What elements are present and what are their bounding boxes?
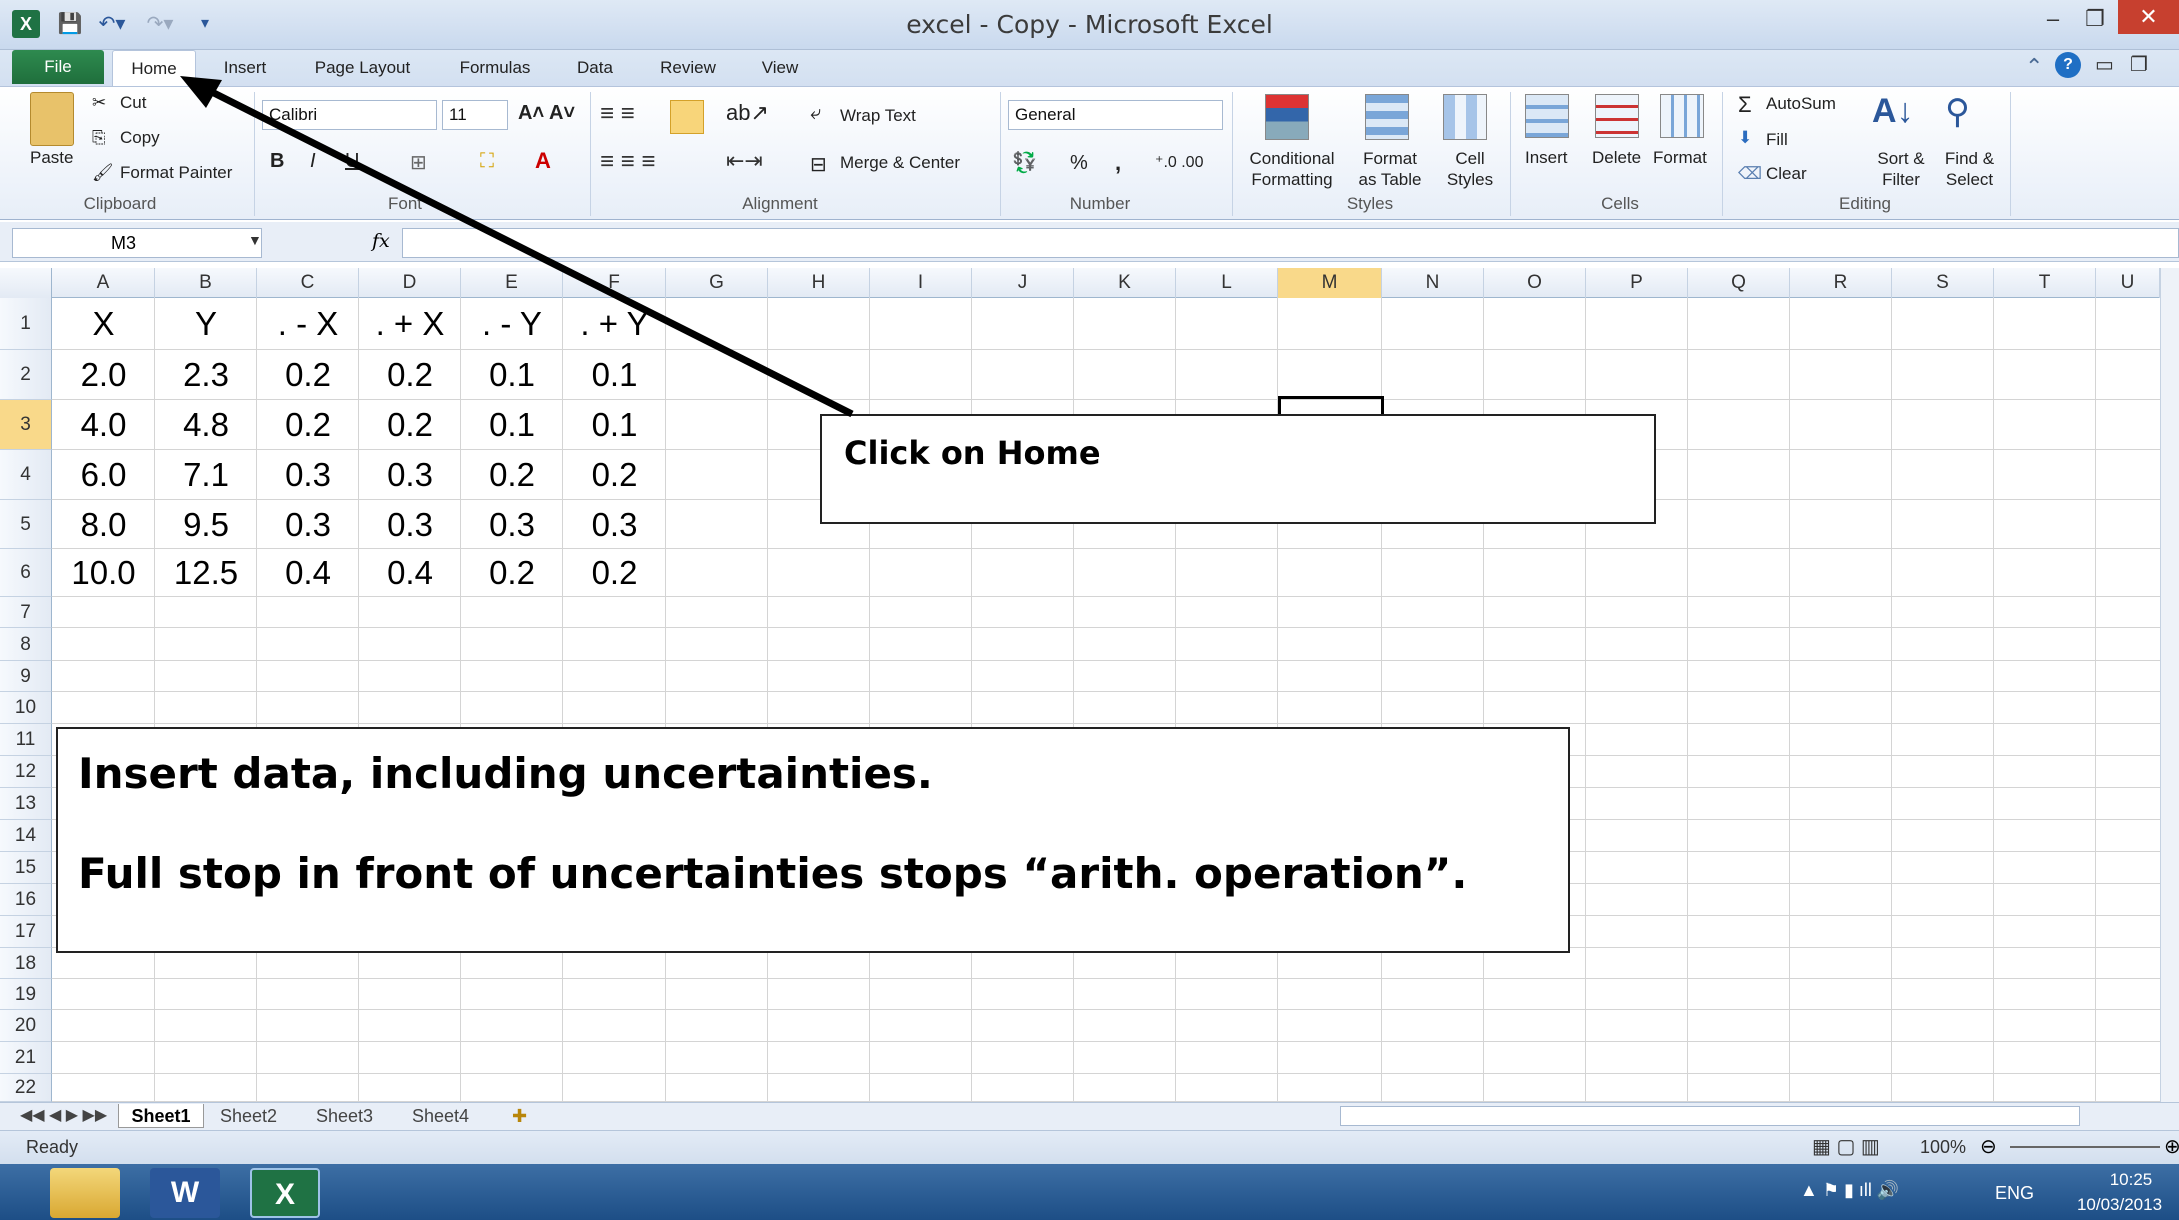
sheet-tab-1[interactable]: Sheet1 [118, 1104, 204, 1128]
clock-time[interactable]: 10:25 [2086, 1170, 2176, 1190]
pointer-arrow [180, 76, 854, 418]
tray-icons[interactable]: ▲ ⚑ ▮ ıll 🔊 [1800, 1180, 1899, 1201]
horizontal-scrollbar[interactable] [1340, 1106, 2080, 1126]
view-mode-icons[interactable]: ▦ ▢ ▥ [1812, 1134, 1880, 1159]
excel-window: X 💾 ↶▾ ↷▾ ▾ excel - Copy - Microsoft Exc… [0, 0, 2179, 1220]
language-indicator[interactable]: ENG [1995, 1183, 2034, 1204]
sheet-tab-2[interactable]: Sheet2 [220, 1104, 277, 1128]
zoom-level: 100% [1920, 1137, 1967, 1157]
sheet-navigation-icons[interactable]: ◀◀ ◀ ▶ ▶▶ [20, 1104, 107, 1128]
insert-sheet-icon[interactable]: ✚ [512, 1104, 527, 1128]
sheet-tab-3[interactable]: Sheet3 [316, 1104, 373, 1128]
zoom-in-icon[interactable]: ⊕ [2164, 1134, 2179, 1159]
sheet-tab-4[interactable]: Sheet4 [412, 1104, 469, 1128]
status-ready: Ready [26, 1137, 79, 1157]
zoom-out-icon[interactable]: ⊖ [1980, 1134, 1997, 1159]
file-explorer-icon[interactable] [50, 1168, 120, 1218]
excel-taskbar-icon[interactable]: X [250, 1168, 320, 1218]
zoom-slider[interactable] [2010, 1146, 2160, 1148]
word-icon[interactable]: W [150, 1168, 220, 1218]
vertical-scrollbar[interactable] [2160, 268, 2179, 1102]
clock-date[interactable]: 10/03/2013 [2060, 1195, 2179, 1215]
